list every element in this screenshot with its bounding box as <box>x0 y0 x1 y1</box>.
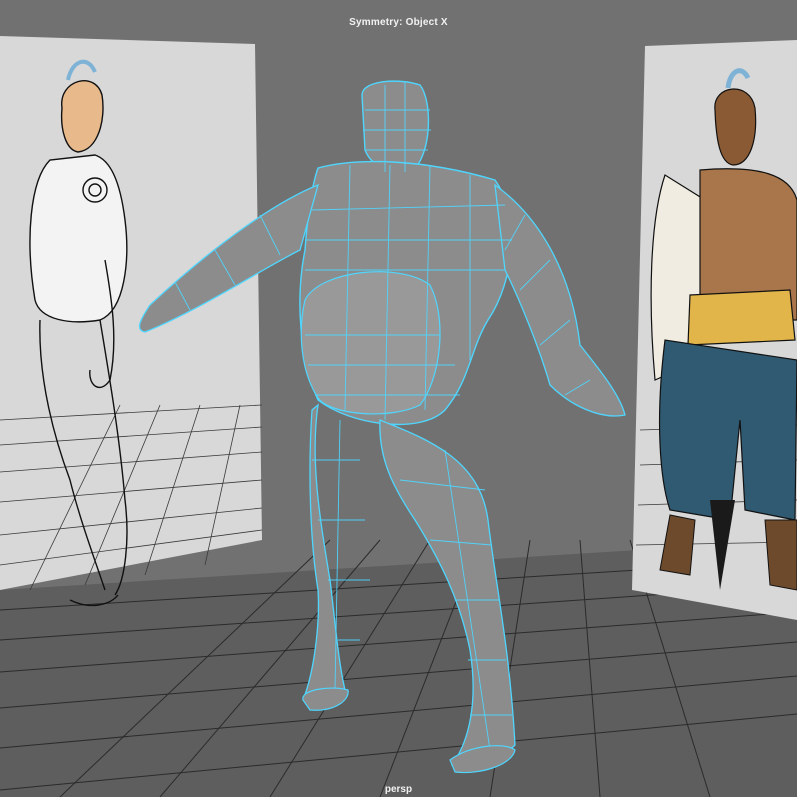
side-reference-plane[interactable] <box>0 36 263 607</box>
maya-viewport[interactable]: Symmetry: Object X persp <box>0 0 797 797</box>
front-reference-plane[interactable] <box>632 40 797 620</box>
symmetry-status: Symmetry: Object X <box>349 17 448 28</box>
scene-canvas <box>0 0 797 797</box>
camera-label: persp <box>384 784 413 795</box>
